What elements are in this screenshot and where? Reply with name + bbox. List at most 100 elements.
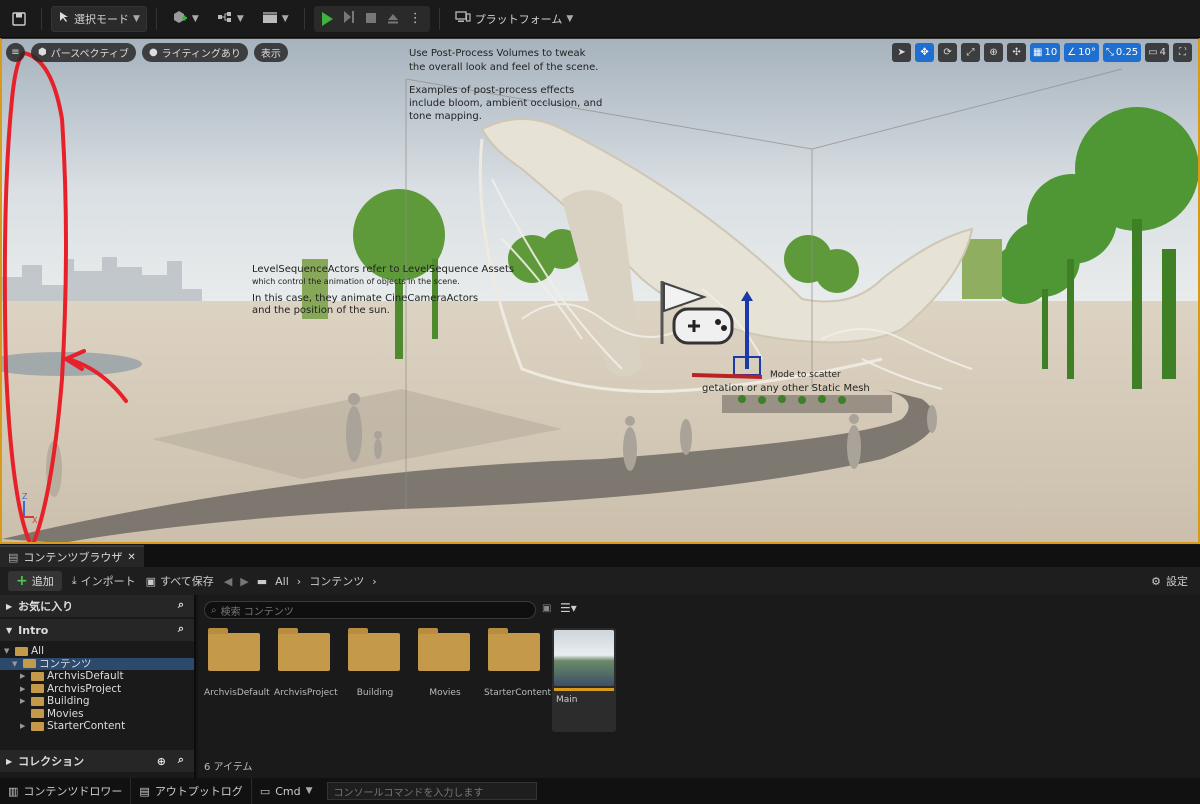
tree-item-archvisdefault[interactable]: ▶ ArchvisDefault [0, 670, 194, 683]
perspective-button[interactable]: ⬢ パースペクティブ [31, 43, 136, 62]
add-button[interactable]: + 追加 [8, 571, 62, 591]
back-icon[interactable]: ◀ [224, 575, 232, 588]
svg-text:X: X [32, 516, 38, 525]
surface-snap-icon[interactable]: ✣ [1007, 43, 1027, 62]
breadcrumb-content[interactable]: コンテンツ [309, 573, 364, 589]
folder-label: StarterContent [484, 688, 552, 698]
tree-item-label: ArchvisProject [47, 682, 122, 695]
platform-dropdown[interactable]: プラットフォーム ▼ [449, 6, 580, 32]
folder-icon [208, 628, 260, 671]
separator [438, 7, 440, 30]
folder-tile-building[interactable]: Building [344, 628, 406, 698]
add-collection-icon[interactable]: ⊕ [157, 755, 166, 768]
close-icon[interactable]: ✕ [127, 552, 135, 563]
import-label: インポート [80, 575, 136, 588]
platform-label: プラットフォーム [474, 12, 563, 26]
folder-tile-archvisdefault[interactable]: ArchvisDefault [204, 628, 270, 698]
overlay-text-postprocess-1: Use Post-Process Volumes to tweak [409, 48, 586, 59]
search-icon[interactable]: ⌕ [178, 598, 184, 612]
more-options-icon[interactable]: ⋮ [409, 12, 422, 25]
folder-label: Building [356, 688, 394, 698]
favorites-label: お気に入り [18, 600, 74, 613]
search-icon[interactable]: ⌕ [178, 753, 184, 767]
save-all-button[interactable]: ▣ すべて保存 [146, 573, 214, 589]
rotate-snap-button[interactable]: ∠ 10° [1064, 43, 1099, 62]
folder-tile-archvisproject[interactable]: ArchvisProject [274, 628, 338, 698]
output-log-button[interactable]: ▤ アウトプットログ [131, 778, 252, 804]
play-icon[interactable] [321, 11, 333, 26]
tree-item-movies[interactable]: Movies [0, 708, 194, 721]
scale-snap-button[interactable]: ⤡ 0.25 [1102, 43, 1142, 62]
step-icon[interactable] [343, 9, 355, 28]
asset-tile-main[interactable]: Main [552, 628, 616, 732]
content-drawer-button[interactable]: ▥ コンテンツドロワー [0, 778, 132, 804]
select-mode-label: 選択モード [74, 12, 129, 26]
folder-label: ArchvisDefault [204, 688, 270, 698]
tree-item-content[interactable]: ▼ コンテンツ [0, 657, 194, 670]
collections-label: コレクション [18, 755, 85, 768]
tree-item-archvisproject[interactable]: ▶ ArchvisProject [0, 683, 194, 696]
collections-header[interactable]: ▶ コレクション ⊕ ⌕ [0, 750, 194, 772]
folder-icon [348, 628, 400, 671]
search-icon[interactable]: ⌕ [178, 622, 184, 636]
rotate-tool-icon[interactable]: ⟳ [938, 43, 958, 62]
scene-render[interactable]: Use Post-Process Volumes to tweak the ov… [2, 39, 1198, 543]
level-viewport[interactable]: Use Post-Process Volumes to tweak the ov… [0, 38, 1200, 544]
folder-icon: ▤ [8, 550, 19, 564]
console-input[interactable]: コンソールコマンドを入力します [326, 782, 537, 800]
folder-tile-startercontent[interactable]: StarterContent [484, 628, 552, 698]
folder-icon [488, 628, 540, 671]
tree-item-building[interactable]: ▶ Building [0, 695, 194, 708]
scale-tool-icon[interactable]: ⤢ [961, 43, 981, 62]
grid-snap-button[interactable]: ▦ 10 [1030, 43, 1061, 62]
status-bar: ▥ コンテンツドロワー ▤ アウトプットログ ▭ Cmd ▼ コンソールコマンド… [0, 778, 1200, 804]
breadcrumb: ◀ ▶ ▬ All › コンテンツ › [224, 573, 377, 589]
angle-icon: ∠ [1067, 47, 1077, 58]
eject-icon[interactable] [387, 9, 399, 28]
viewport-menu-button[interactable]: ≡ [6, 43, 25, 62]
log-icon: ▤ [139, 784, 150, 798]
folder-tile-movies[interactable]: Movies [414, 628, 476, 698]
camera-speed-button[interactable]: ▭ 4 [1145, 43, 1169, 62]
stop-icon[interactable] [365, 9, 377, 28]
chevron-right-icon: ▶ [20, 722, 26, 731]
filter-icon[interactable]: ☰▾ [560, 601, 577, 615]
overlay-text-postprocess-2: the overall look and feel of the scene. [409, 62, 598, 73]
forward-icon[interactable]: ▶ [240, 575, 248, 588]
import-button[interactable]: ⤓ インポート [72, 573, 136, 589]
tree-item-all[interactable]: ▼ All [0, 645, 194, 658]
overlay-text-levelseq-3: In this case, they animate CineCameraAct… [252, 293, 478, 304]
chevron-down-icon: ▼ [133, 13, 140, 24]
cmd-dropdown[interactable]: ▭ Cmd ▼ [252, 778, 321, 804]
favorites-header[interactable]: ▶ お気に入り ⌕ [0, 595, 194, 617]
settings-button[interactable]: ⚙ 設定 [1151, 573, 1188, 589]
add-actor-button[interactable]: ▼ [166, 6, 205, 32]
overlay-text-levelseq-4: and the position of the sun. [252, 305, 390, 316]
separator [155, 7, 157, 30]
select-tool-icon[interactable]: ➤ [892, 43, 912, 62]
rotate-snap-value: 10° [1078, 47, 1096, 58]
save-all-label: すべて保存 [160, 575, 214, 588]
save-icon[interactable] [6, 6, 32, 32]
search-input[interactable]: ⌕ 検索 コンテンツ [204, 601, 536, 619]
asset-label: Main [556, 695, 578, 705]
cinematics-button[interactable]: ▼ [256, 6, 295, 32]
blueprint-button[interactable]: ▼ [211, 6, 250, 32]
content-browser-tab[interactable]: ▤ コンテンツブラウザ ✕ [0, 545, 144, 567]
tree-item-label: ArchvisDefault [47, 670, 124, 683]
save-search-icon[interactable]: ▣ [542, 603, 551, 614]
show-button[interactable]: 表示 [253, 43, 288, 62]
lighting-button[interactable]: ● ライティングあり [141, 43, 248, 62]
maximize-icon[interactable]: ⛶ [1173, 43, 1192, 62]
move-tool-icon[interactable]: ✥ [915, 43, 935, 62]
cmd-label: Cmd [275, 784, 301, 798]
project-header[interactable]: ▼ Intro ⌕ [0, 619, 194, 641]
content-browser-sidebar: ▶ お気に入り ⌕ ▼ Intro ⌕ ▼ All ▼ コンテンツ ▶ Arch… [0, 595, 196, 778]
select-mode-dropdown[interactable]: 選択モード ▼ [51, 5, 147, 32]
breadcrumb-all[interactable]: All [275, 575, 289, 588]
overlay-text-levelseq-2: which control the animation of objects i… [252, 277, 460, 286]
content-browser-tab-label: コンテンツブラウザ [23, 551, 123, 564]
world-local-icon[interactable]: ⊕ [984, 43, 1004, 62]
tree-item-startercontent[interactable]: ▶ StarterContent [0, 720, 194, 733]
chevron-down-icon: ▼ [6, 625, 13, 635]
